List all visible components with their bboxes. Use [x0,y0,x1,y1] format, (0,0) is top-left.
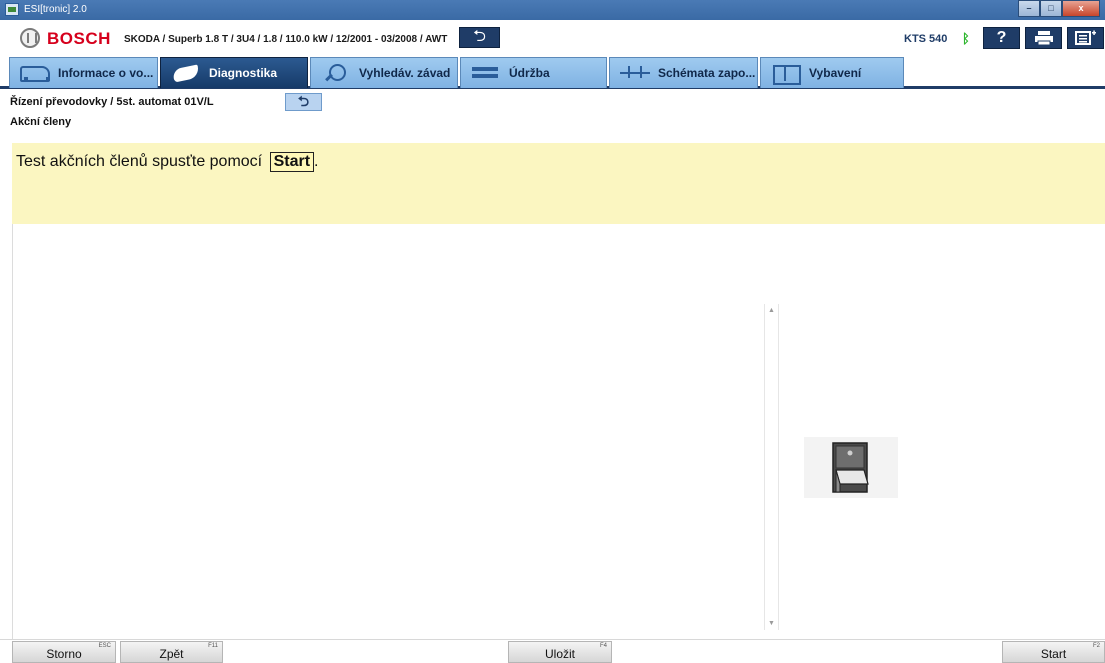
start-button[interactable]: Start F2 [1002,641,1105,663]
diagnostics-icon [169,63,203,83]
vertical-scrollbar[interactable]: ▲ ▼ [764,304,779,630]
info-message-text: Test akčních členů spusťte pomocí [16,153,263,170]
help-icon: ? [996,29,1007,46]
window-title: ESI[tronic] 2.0 [24,4,87,15]
save-button-label: Uložit [544,647,575,661]
back-arrow-icon: ⮌ [473,28,486,45]
breadcrumb-back-button[interactable]: ⮌ [285,93,322,111]
wiring-diagram-icon [618,63,652,83]
cancel-button-label: Storno [46,647,82,661]
minimize-button[interactable]: – [1018,0,1040,17]
troubleshooting-icon [319,63,353,83]
print-button[interactable] [1025,27,1062,49]
device-name: KTS 540 [904,33,948,45]
tab-wiring-diagrams[interactable]: Schémata zapo... [609,57,758,88]
page-title: Akční členy [10,116,72,128]
start-button-label: Start [1040,647,1067,661]
window-controls: – □ x [1018,0,1100,18]
main-content [12,224,1105,639]
info-message-suffix: . [314,153,319,170]
tab-vehicle-info[interactable]: Informace o vo... [9,57,158,88]
info-message: Test akčních členů spusťte pomocí Start. [16,152,318,172]
back-button-label: Zpět [159,647,184,661]
print-icon [1034,31,1053,46]
menu-icon [1074,30,1096,45]
tab-equipment[interactable]: Vybavení [760,57,904,88]
menu-button[interactable] [1067,27,1104,49]
close-button[interactable]: x [1062,0,1100,17]
save-shortcut: F4 [599,643,607,649]
vehicle-details: 1.8 T / 3U4 / 1.8 / 110.0 kW / 12/2001 -… [202,34,448,45]
footer-bar: Storno ESC Zpět F11 Uložit F4 Start F2 [0,639,1105,663]
window-title-bar: ESI[tronic] 2.0 – □ x [0,0,1105,20]
back-shortcut: F11 [208,643,218,649]
tab-label: Schémata zapo... [658,66,756,80]
cancel-button[interactable]: Storno ESC [12,641,116,663]
bosch-logo-icon [20,28,40,48]
save-button[interactable]: Uložit F4 [508,641,612,663]
back-arrow-icon: ⮌ [297,93,310,109]
vehicle-info: SKODA / Superb 1.8 T / 3U4 / 1.8 / 110.0… [124,34,447,45]
app-header: BOSCH SKODA / Superb 1.8 T / 3U4 / 1.8 /… [0,20,1105,54]
cancel-shortcut: ESC [98,643,111,649]
tab-label: Diagnostika [209,66,278,80]
bluetooth-icon: ᛒ [962,31,970,46]
tab-diagnostics[interactable]: Diagnostika [160,57,308,88]
tab-maintenance[interactable]: Údržba [460,57,607,88]
toggle-switch-icon[interactable] [830,440,870,495]
help-button[interactable]: ? [983,27,1020,49]
tab-troubleshooting[interactable]: Vyhledáv. závad [310,57,458,88]
tab-label: Vyhledáv. závad [359,66,451,80]
main-tabs: Informace o vo... Diagnostika Vyhledáv. … [0,54,1105,89]
tab-label: Informace o vo... [58,66,154,80]
app-icon [5,3,19,16]
brand-name: BOSCH [47,29,111,48]
header-back-button[interactable]: ⮌ [459,27,500,48]
vehicle-make: SKODA / Superb [124,34,203,45]
tab-label: Údržba [509,66,550,80]
info-start-keyword: Start [269,152,315,172]
scroll-up-arrow-icon[interactable]: ▲ [768,307,775,314]
car-info-icon [18,63,52,83]
maintenance-icon [469,63,503,83]
maximize-button[interactable]: □ [1040,0,1062,17]
start-shortcut: F2 [1092,643,1100,649]
tab-label: Vybavení [809,66,862,80]
equipment-icon [769,63,803,85]
back-button[interactable]: Zpět F11 [120,641,223,663]
scroll-down-arrow-icon[interactable]: ▼ [768,620,775,627]
breadcrumb: Řízení převodovky / 5st. automat 01V/L [10,96,214,108]
